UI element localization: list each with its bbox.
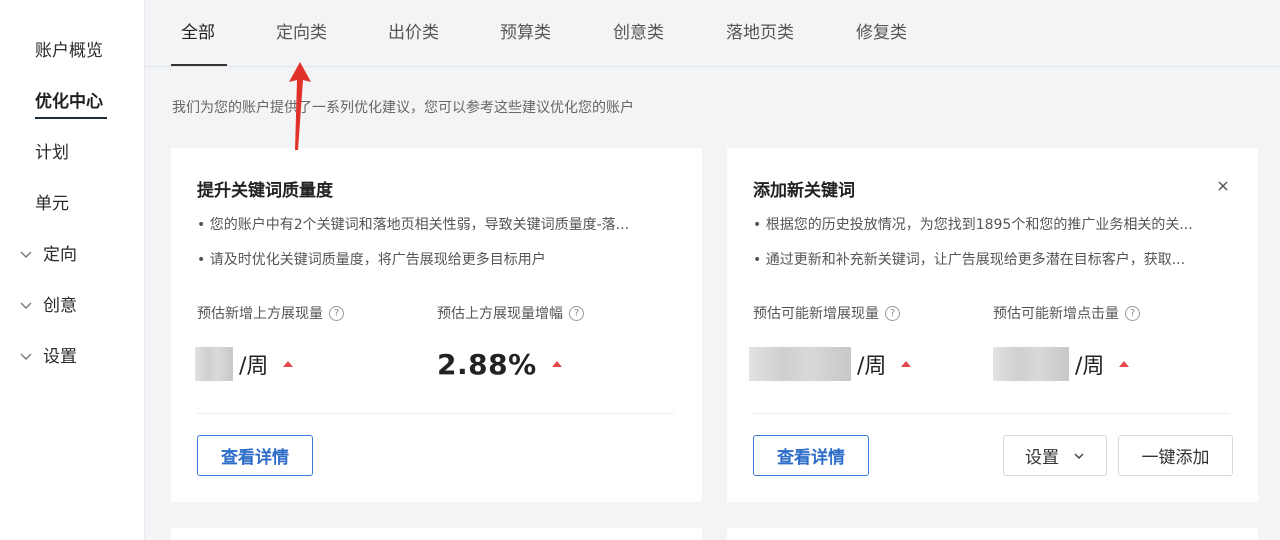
settings-button-label: 设置 — [1025, 448, 1059, 468]
metric-label-text: 预估可能新增点击量 — [993, 306, 1119, 322]
help-icon[interactable]: ? — [569, 305, 584, 321]
card-bullet: • 请及时优化关键词质量度，将广告展现给更多目标用户 — [197, 252, 546, 268]
sidebar-item-label: 定向 — [43, 245, 77, 265]
redacted-value — [749, 347, 851, 381]
metric-value: /周 — [993, 346, 1130, 382]
sidebar-item-creative[interactable]: 创意 — [0, 291, 145, 321]
redacted-value — [993, 347, 1069, 381]
sidebar-item-optimization-center[interactable]: 优化中心 — [0, 87, 145, 119]
active-indicator — [35, 117, 107, 119]
suggestion-card-partial — [171, 528, 702, 540]
metric-label-text: 预估新增上方展现量 — [197, 306, 323, 322]
sidebar-item-label: 计划 — [35, 143, 69, 163]
card-title: 提升关键词质量度 — [197, 181, 333, 201]
active-tab-indicator — [171, 64, 227, 66]
close-icon[interactable] — [1216, 179, 1230, 193]
add-all-button[interactable]: 一键添加 — [1118, 435, 1233, 476]
arrow-up-icon — [1119, 361, 1130, 367]
chevron-down-icon — [20, 251, 32, 258]
page-hint: 我们为您的账户提供了一系列优化建议，您可以参考这些建议优化您的账户 — [172, 100, 634, 116]
help-icon[interactable]: ? — [1125, 305, 1140, 321]
divider — [753, 413, 1230, 414]
card-title: 添加新关键词 — [753, 181, 855, 201]
metric-label: 预估上方展现量增幅 ? — [437, 303, 584, 323]
chevron-down-icon — [20, 353, 32, 360]
metric-value: /周 — [749, 346, 912, 382]
metric-label: 预估可能新增点击量 ? — [993, 303, 1140, 323]
settings-dropdown-button[interactable]: 设置 — [1003, 435, 1107, 476]
sidebar-item-label: 账户概览 — [35, 41, 103, 61]
divider — [197, 413, 674, 414]
metric-value: 2.88% — [437, 346, 563, 382]
annotation-arrow-icon — [289, 62, 311, 150]
sidebar-item-label: 设置 — [43, 347, 77, 367]
redacted-value — [195, 347, 233, 381]
suggestion-card-partial — [727, 528, 1258, 540]
tab-all[interactable]: 全部 — [181, 20, 215, 46]
tab-budget[interactable]: 预算类 — [500, 20, 551, 46]
category-tabs: 全部 定向类 出价类 预算类 创意类 落地页类 修复类 — [145, 0, 1280, 67]
view-details-button[interactable]: 查看详情 — [197, 435, 313, 476]
sidebar-item-settings[interactable]: 设置 — [0, 342, 145, 372]
metric-label: 预估新增上方展现量 ? — [197, 303, 344, 323]
card-bullet: • 根据您的历史投放情况，为您找到1895个和您的推广业务相关的关... — [753, 217, 1193, 233]
metric-label-text: 预估上方展现量增幅 — [437, 306, 563, 322]
metric-unit: /周 — [1075, 354, 1105, 379]
metric-label: 预估可能新增展现量 ? — [753, 303, 900, 323]
metric-value: /周 — [195, 346, 294, 382]
chevron-down-icon — [1074, 452, 1084, 459]
suggestion-card-add-keywords: 添加新关键词 • 根据您的历史投放情况，为您找到1895个和您的推广业务相关的关… — [727, 148, 1258, 502]
main-content: 全部 定向类 出价类 预算类 创意类 落地页类 修复类 我们为您的账户提供了一系… — [145, 0, 1280, 540]
card-bullet: • 通过更新和补充新关键词，让广告展现给更多潜在目标客户，获取... — [753, 252, 1186, 268]
metric-unit: /周 — [239, 354, 269, 379]
sidebar-item-label: 优化中心 — [35, 92, 103, 112]
sidebar-item-plan[interactable]: 计划 — [0, 138, 145, 168]
tab-repair[interactable]: 修复类 — [856, 20, 907, 46]
sidebar-item-unit[interactable]: 单元 — [0, 189, 145, 219]
tab-bidding[interactable]: 出价类 — [388, 20, 439, 46]
app: 账户概览 优化中心 计划 单元 定向 创意 设置 全部 定向类 出价类 预算类 … — [0, 0, 1280, 540]
metric-unit: /周 — [857, 354, 887, 379]
metric-label-text: 预估可能新增展现量 — [753, 306, 879, 322]
sidebar-item-label: 创意 — [43, 296, 77, 316]
metric-number: 2.88% — [437, 347, 537, 381]
arrow-up-icon — [551, 361, 562, 367]
help-icon[interactable]: ? — [885, 305, 900, 321]
arrow-up-icon — [901, 361, 912, 367]
sidebar-item-targeting[interactable]: 定向 — [0, 240, 145, 270]
chevron-down-icon — [20, 302, 32, 309]
sidebar-item-account-overview[interactable]: 账户概览 — [0, 36, 145, 66]
tab-landing-page[interactable]: 落地页类 — [726, 20, 794, 46]
suggestion-card-keyword-quality: 提升关键词质量度 • 您的账户中有2个关键词和落地页相关性弱，导致关键词质量度-… — [171, 148, 702, 502]
arrow-up-icon — [283, 361, 294, 367]
sidebar-item-label: 单元 — [35, 194, 69, 214]
sidebar: 账户概览 优化中心 计划 单元 定向 创意 设置 — [0, 0, 145, 540]
tab-creative[interactable]: 创意类 — [613, 20, 664, 46]
card-bullet: • 您的账户中有2个关键词和落地页相关性弱，导致关键词质量度-落... — [197, 217, 630, 233]
help-icon[interactable]: ? — [329, 305, 344, 321]
tab-targeting[interactable]: 定向类 — [276, 20, 327, 46]
view-details-button[interactable]: 查看详情 — [753, 435, 869, 476]
